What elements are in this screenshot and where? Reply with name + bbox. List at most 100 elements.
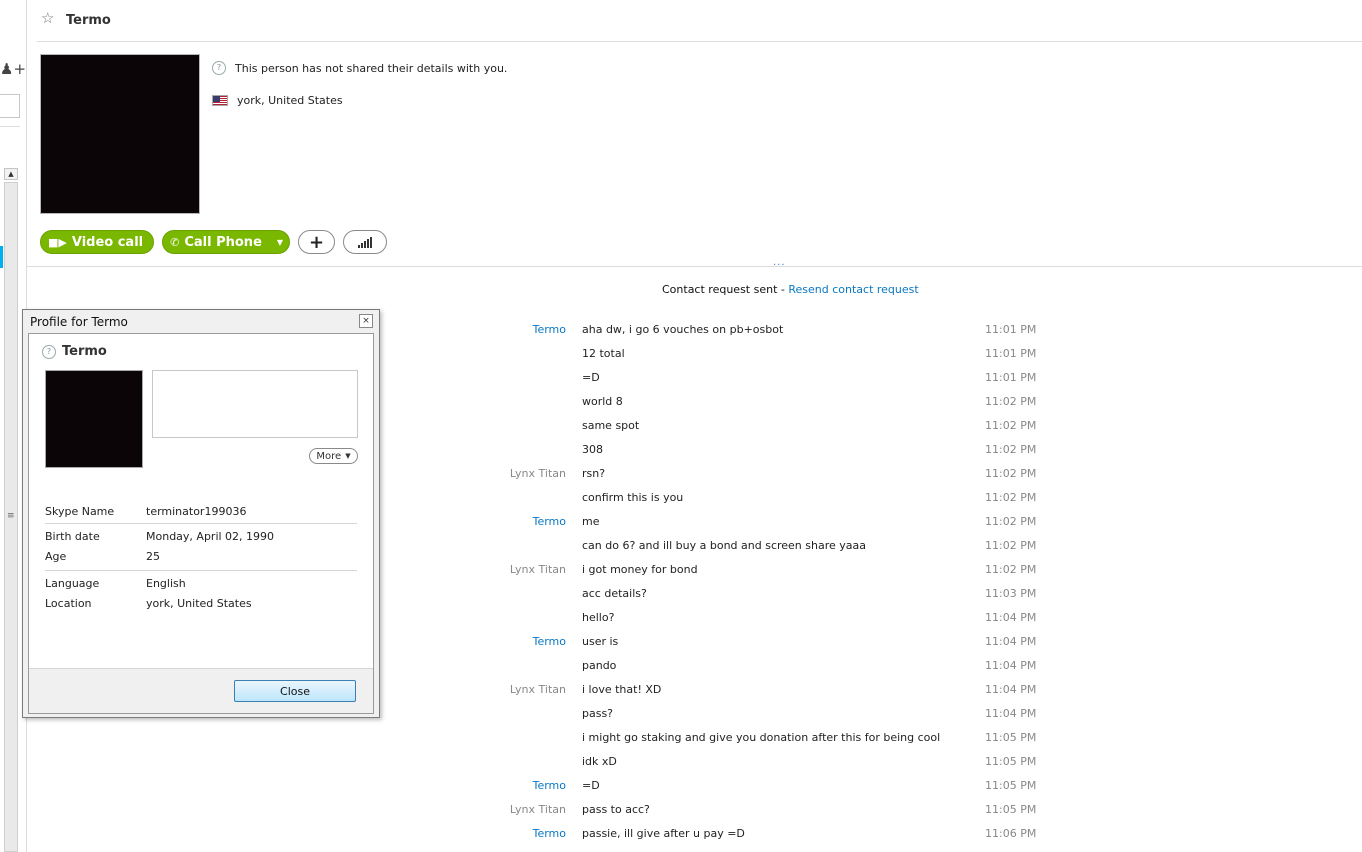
video-call-button[interactable]: ■▶ Video call — [40, 230, 155, 254]
message-row: acc details? 11:03 PM — [500, 580, 1060, 604]
message-text: can do 6? and ill buy a bond and screen … — [582, 539, 866, 552]
message-timestamp: 11:03 PM — [985, 587, 1037, 600]
skype-status-unknown-icon: ? — [42, 344, 56, 359]
message-sender: Termo — [532, 515, 566, 528]
message-timestamp: 11:05 PM — [985, 731, 1037, 744]
message-text: hello? — [582, 611, 615, 624]
message-row: 12 total 11:01 PM — [500, 340, 1060, 364]
message-text: rsn? — [582, 467, 606, 480]
video-call-label: Video call — [71, 234, 144, 250]
message-row: i might go staking and give you donation… — [500, 724, 1060, 748]
chevron-down-icon[interactable]: ▼ — [277, 238, 283, 247]
message-timestamp: 11:02 PM — [985, 419, 1037, 432]
message-sender: Termo — [532, 827, 566, 840]
contact-request-text: Contact request sent - — [662, 283, 789, 296]
message-row: pass? 11:04 PM — [500, 700, 1060, 724]
call-phone-label: Call Phone — [184, 234, 262, 250]
message-text: idk xD — [582, 755, 617, 768]
details-notice-row: ? This person has not shared their detai… — [212, 61, 507, 75]
message-timestamp: 11:02 PM — [985, 491, 1037, 504]
message-text: pass? — [582, 707, 614, 720]
birth-date-value: Monday, April 02, 1990 — [146, 530, 275, 543]
profile-name: Termo — [62, 344, 107, 359]
close-icon[interactable]: × — [359, 314, 373, 328]
message-timestamp: 11:04 PM — [985, 611, 1037, 624]
message-timestamp: 11:02 PM — [985, 467, 1037, 480]
contact-list-scrollbar[interactable]: ≡ — [4, 182, 18, 852]
message-text: me — [582, 515, 600, 528]
skype-name-label: Skype Name — [45, 505, 115, 518]
profile-name-row: ? Termo — [42, 344, 107, 359]
contact-avatar[interactable] — [40, 54, 200, 214]
message-row: Lynx Titan i love that! XD 11:04 PM — [500, 676, 1060, 700]
add-contact-icon[interactable]: ♟+ — [0, 60, 26, 78]
message-text: world 8 — [582, 395, 623, 408]
message-text: 12 total — [582, 347, 625, 360]
language-label: Language — [45, 577, 100, 590]
resend-contact-request-link[interactable]: Resend contact request — [788, 283, 918, 296]
add-people-button[interactable]: + — [298, 230, 336, 254]
call-phone-button[interactable]: ✆ Call Phone ▼ — [162, 230, 291, 254]
message-row: hello? 11:04 PM — [500, 604, 1060, 628]
skype-status-unknown-icon: ? — [212, 61, 226, 75]
message-row: =D 11:01 PM — [500, 364, 1060, 388]
chevron-down-icon: ▼ — [345, 452, 351, 460]
message-row: can do 6? and ill buy a bond and screen … — [500, 532, 1060, 556]
selected-contact-indicator — [0, 246, 3, 268]
message-timestamp: 11:02 PM — [985, 563, 1037, 576]
language-value: English — [146, 577, 186, 590]
profile-dialog-body: ? Termo More ▼ Skype Name terminator1990… — [28, 333, 374, 714]
message-timestamp: 11:05 PM — [985, 755, 1037, 768]
search-input[interactable] — [0, 94, 20, 118]
message-row: Termo =D 11:05 PM — [500, 772, 1060, 796]
contact-request-status: Contact request sent - Resend contact re… — [662, 283, 919, 296]
message-timestamp: 11:02 PM — [985, 395, 1037, 408]
age-value: 25 — [146, 550, 160, 563]
message-text: i might go staking and give you donation… — [582, 731, 941, 744]
message-text: =D — [582, 779, 600, 792]
divider — [45, 523, 357, 524]
message-sender: Termo — [532, 323, 566, 336]
call-quality-button[interactable] — [343, 230, 388, 254]
message-row: world 8 11:02 PM — [500, 388, 1060, 412]
close-button[interactable]: Close — [234, 680, 356, 702]
location-row: york, United States — [212, 94, 343, 107]
message-timestamp: 11:05 PM — [985, 779, 1037, 792]
message-text: acc details? — [582, 587, 647, 600]
message-timestamp: 11:06 PM — [985, 827, 1037, 840]
scrollbar-grip-icon[interactable]: ≡ — [7, 511, 15, 521]
message-timestamp: 11:02 PM — [985, 539, 1037, 552]
contact-title: Termo — [66, 13, 111, 28]
message-sender: Lynx Titan — [509, 683, 566, 696]
age-label: Age — [45, 550, 67, 563]
details-notice-text: This person has not shared their details… — [235, 61, 508, 75]
message-sender: Lynx Titan — [509, 803, 566, 816]
message-timestamp: 11:04 PM — [985, 635, 1037, 648]
message-text: confirm this is you — [582, 491, 684, 504]
message-timestamp: 11:01 PM — [985, 323, 1037, 336]
us-flag-icon — [212, 95, 228, 106]
dialog-footer: Close — [29, 668, 373, 713]
profile-dialog: Profile for Termo × ? Termo More ▼ Skype… — [22, 309, 380, 718]
message-timestamp: 11:04 PM — [985, 707, 1037, 720]
message-row: 308 11:02 PM — [500, 436, 1060, 460]
conversation-header: ☆ Termo — [37, 0, 1362, 42]
video-camera-icon: ■▶ — [48, 235, 67, 249]
close-button-label: Close — [280, 684, 310, 698]
scroll-up-arrow-icon[interactable]: ▲ — [4, 168, 18, 180]
message-text: pando — [582, 659, 617, 672]
divider — [0, 126, 20, 127]
pane-splitter[interactable] — [27, 266, 1362, 267]
message-timestamp: 11:02 PM — [985, 515, 1037, 528]
message-row: Termo me 11:02 PM — [500, 508, 1060, 532]
message-timestamp: 11:04 PM — [985, 659, 1037, 672]
message-timestamp: 11:04 PM — [985, 683, 1037, 696]
location-text: york, United States — [237, 94, 343, 107]
favorite-star-icon[interactable]: ☆ — [41, 10, 57, 26]
phone-icon: ✆ — [170, 235, 180, 249]
message-sender: Lynx Titan — [509, 467, 566, 480]
mood-message-box — [152, 370, 358, 438]
more-button[interactable]: More ▼ — [309, 448, 358, 464]
message-row: Lynx Titan i got money for bond 11:02 PM — [500, 556, 1060, 580]
message-timestamp: 11:05 PM — [985, 803, 1037, 816]
